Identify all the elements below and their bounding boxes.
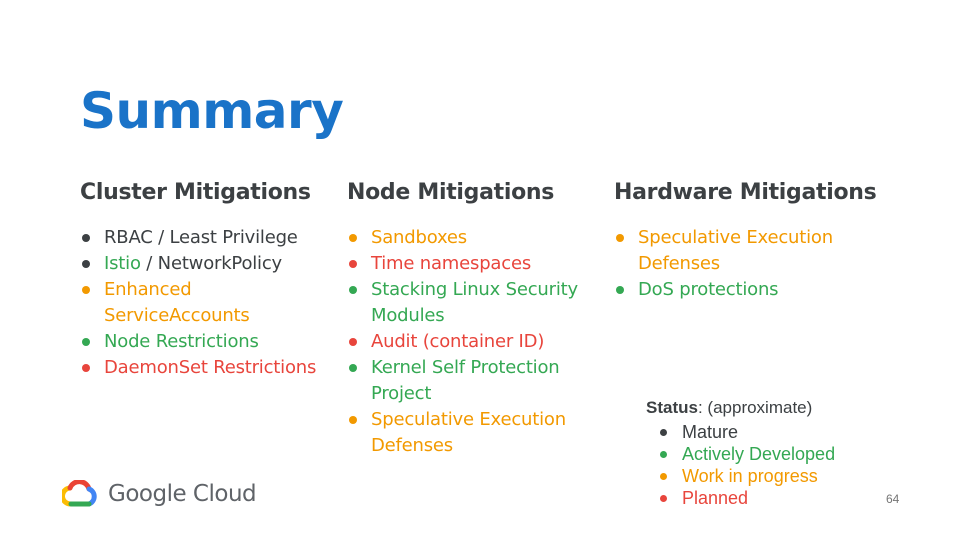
status-legend-item: Mature — [660, 421, 835, 443]
status-legend: Status: (approximate) Mature Actively Dev… — [646, 398, 835, 509]
bullet-dot-icon — [349, 364, 357, 372]
status-legend-item: Planned — [660, 487, 835, 509]
google-cloud-logo-icon — [62, 480, 97, 507]
list-item: Stacking Linux Security Modules — [347, 277, 587, 329]
bullet-list: Sandboxes Time namespaces Stacking Linux S… — [347, 225, 587, 459]
list-item-text: RBAC / Least Privilege — [104, 227, 298, 248]
list-item: Enhanced ServiceAccounts — [80, 277, 330, 329]
column-node-mitigations: Node Mitigations Sandboxes Time namespace… — [347, 180, 587, 459]
column-hardware-mitigations: Hardware Mitigations Speculative Executi… — [614, 180, 877, 303]
slide-title: Summary — [80, 82, 344, 140]
column-heading: Node Mitigations — [347, 180, 555, 205]
list-item-text: DoS protections — [638, 279, 779, 300]
column-heading: Hardware Mitigations — [614, 180, 877, 205]
column-cluster-mitigations: Cluster Mitigations RBAC / Least Privile… — [80, 180, 330, 381]
status-qualifier: : (approximate) — [697, 398, 813, 417]
bullet-dot-icon — [660, 451, 667, 458]
list-item: Istio / NetworkPolicy — [80, 251, 330, 277]
bullet-list: Speculative Execution Defenses DoS protec… — [614, 225, 874, 303]
status-legend-item: Work in progress — [660, 465, 835, 487]
list-item: Kernel Self Protection Project — [347, 355, 587, 407]
column-heading: Cluster Mitigations — [80, 180, 311, 205]
logo-text: Google Cloud — [108, 481, 257, 507]
list-item-text: / NetworkPolicy — [140, 253, 283, 274]
list-item-text: Speculative Execution Defenses — [371, 409, 566, 456]
list-item: Speculative Execution Defenses — [614, 225, 874, 277]
list-item-text: Node Restrictions — [104, 331, 259, 352]
status-label: Status — [646, 398, 698, 417]
list-item-text: Sandboxes — [371, 227, 467, 248]
status-legend-text: Planned — [682, 488, 749, 508]
bullet-dot-icon — [660, 429, 667, 436]
list-item: Speculative Execution Defenses — [347, 407, 587, 459]
bullet-dot-icon — [660, 495, 667, 502]
bullet-dot-icon — [349, 416, 357, 424]
bullet-list: RBAC / Least Privilege Istio / NetworkPol… — [80, 225, 330, 381]
bullet-dot-icon — [660, 473, 667, 480]
google-cloud-logo: Google Cloud — [62, 480, 257, 508]
bullet-dot-icon — [82, 364, 90, 372]
bullet-dot-icon — [82, 338, 90, 346]
bullet-dot-icon — [82, 286, 90, 294]
list-item-text: Time namespaces — [371, 253, 532, 274]
status-legend-text: Mature — [682, 422, 739, 442]
bullet-dot-icon — [349, 286, 357, 294]
status-legend-list: Mature Actively Developed Work in progress… — [646, 421, 835, 509]
list-item-text: Audit (container ID) — [371, 331, 545, 352]
bullet-dot-icon — [616, 234, 624, 242]
list-item-text: Stacking Linux Security Modules — [371, 279, 578, 326]
status-legend-text: Work in progress — [682, 466, 818, 486]
list-item: RBAC / Least Privilege — [80, 225, 330, 251]
slide: Summary Cluster Mitigations RBAC / Least… — [0, 0, 960, 540]
list-item: Time namespaces — [347, 251, 587, 277]
bullet-dot-icon — [349, 234, 357, 242]
bullet-dot-icon — [82, 260, 90, 268]
list-item: Node Restrictions — [80, 329, 330, 355]
status-legend-title: Status: (approximate) — [646, 398, 835, 418]
list-item-text: Istio — [104, 253, 141, 274]
list-item-text: DaemonSet Restrictions — [104, 357, 317, 378]
bullet-dot-icon — [349, 260, 357, 268]
list-item: DoS protections — [614, 277, 874, 303]
page-number: 64 — [886, 492, 900, 506]
list-item-text: Kernel Self Protection Project — [371, 357, 560, 404]
bullet-dot-icon — [349, 338, 357, 346]
status-legend-item: Actively Developed — [660, 443, 835, 465]
list-item: DaemonSet Restrictions — [80, 355, 330, 381]
list-item-text: Speculative Execution Defenses — [638, 227, 833, 274]
bullet-dot-icon — [616, 286, 624, 294]
list-item-text: Enhanced ServiceAccounts — [104, 279, 250, 326]
status-legend-text: Actively Developed — [682, 444, 836, 464]
list-item: Audit (container ID) — [347, 329, 587, 355]
list-item: Sandboxes — [347, 225, 587, 251]
bullet-dot-icon — [82, 234, 90, 242]
